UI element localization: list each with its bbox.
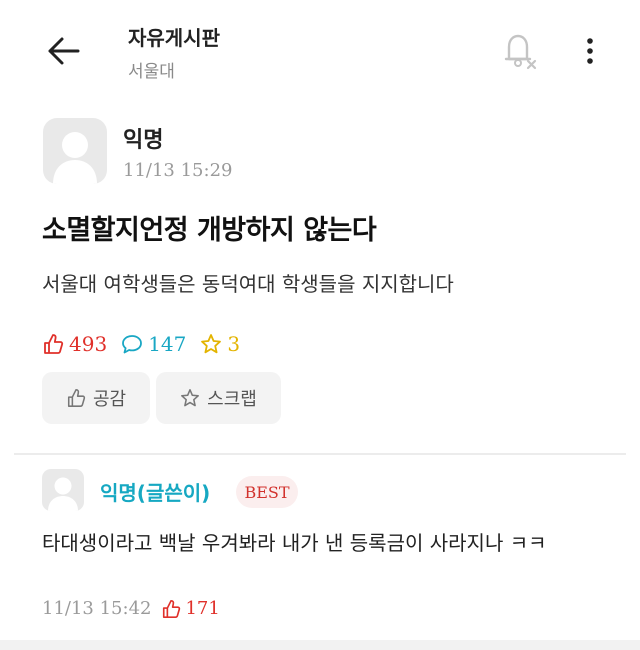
board-subtitle: 서울대 xyxy=(128,62,175,82)
post-timestamp: 11/13 15:29 xyxy=(123,160,233,181)
best-badge: BEST xyxy=(236,476,298,508)
app-header: 자유게시판 서울대 xyxy=(0,0,640,100)
like-button-label: 공감 xyxy=(92,389,127,410)
bell-off-icon[interactable] xyxy=(500,30,540,72)
comment-like-count: 171 xyxy=(161,598,220,619)
like-button[interactable]: 공감 xyxy=(42,372,150,424)
comment-timestamp: 11/13 15:42 xyxy=(42,598,152,619)
scrap-count: 3 xyxy=(200,332,240,356)
comment-count-value: 147 xyxy=(148,332,187,356)
post-author: 익명 xyxy=(123,128,164,153)
comment-like-value: 171 xyxy=(185,598,220,619)
author-avatar xyxy=(43,118,107,184)
comment-body: 타대생이라고 백날 우겨봐라 내가 낸 등록금이 사라지나 ㅋㅋ xyxy=(42,531,547,555)
star-icon xyxy=(201,334,222,354)
more-vertical-icon[interactable] xyxy=(577,34,603,68)
board-title: 자유게시판 xyxy=(128,26,220,50)
thumbs-up-icon xyxy=(67,389,86,407)
like-count-value: 493 xyxy=(69,332,108,356)
post-stats: 493 147 3 xyxy=(42,330,254,358)
post-body: 서울대 여학생들은 동덕여대 학생들을 지지합니다 xyxy=(42,272,454,296)
like-count: 493 xyxy=(42,332,107,356)
scrap-count-value: 3 xyxy=(227,332,241,356)
post-title: 소멸할지언정 개방하지 않는다 xyxy=(42,215,377,246)
comment-icon xyxy=(122,335,143,354)
back-arrow-icon[interactable] xyxy=(44,34,84,68)
scrap-button[interactable]: 스크랩 xyxy=(156,372,281,424)
comment-count: 147 xyxy=(121,332,186,356)
divider xyxy=(14,453,626,455)
comment-meta: 11/13 15:42 171 xyxy=(42,598,220,619)
comment-author: 익명(글쓴이) xyxy=(100,481,211,505)
bottom-strip xyxy=(0,640,640,650)
scrap-button-label: 스크랩 xyxy=(207,389,257,410)
comment-author-avatar xyxy=(42,469,84,511)
star-icon xyxy=(181,389,200,407)
thumbs-up-icon xyxy=(163,599,181,618)
thumbs-up-icon xyxy=(44,334,64,354)
